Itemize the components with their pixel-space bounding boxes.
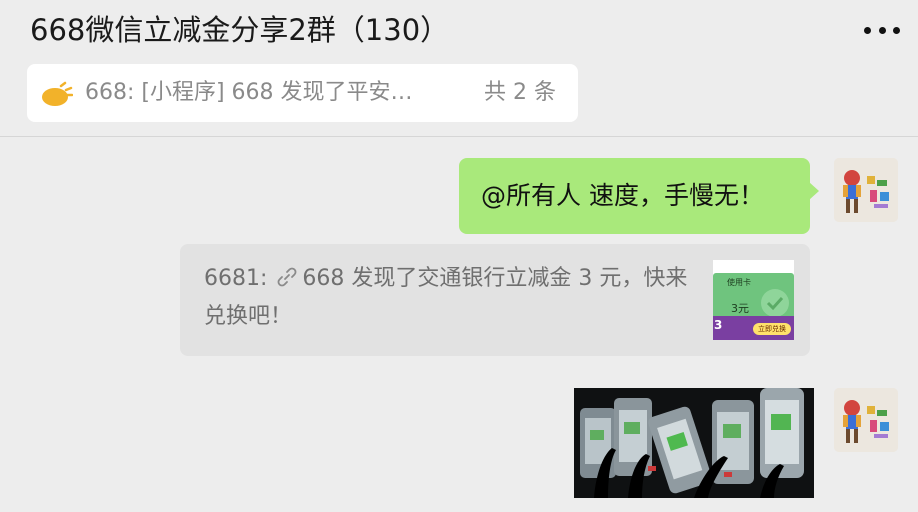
- phones-photo: [574, 388, 814, 498]
- quote-prefix: 6681:: [204, 266, 275, 291]
- dot: [864, 26, 871, 34]
- quote-thumbnail[interactable]: 使用卡 3元 3 立即兑换: [713, 260, 794, 340]
- dot: [878, 26, 886, 34]
- announcement-speaker-icon: [42, 81, 73, 106]
- pinned-text: 668: [小程序] 668 发现了平安…: [85, 80, 413, 105]
- avatar-image: [834, 158, 898, 222]
- message-bubble-self[interactable]: @所有人 速度，手慢无！: [459, 158, 819, 234]
- avatar[interactable]: [834, 388, 898, 452]
- chat-title: 668微信立减金分享2群（130）: [30, 13, 450, 47]
- pinned-count: 共 2 条: [484, 80, 556, 105]
- quoted-message[interactable]: 6681: 668 发现了交通银行立减金 3 元，快来兑换吧！ 使用卡 3元 3…: [180, 244, 810, 356]
- chat-header: 668微信立减金分享2群（130） 668: [小程序] 668 发现了平安… …: [0, 0, 918, 137]
- link-icon: [277, 267, 297, 287]
- thumbnail-card-label: 使用卡: [727, 278, 751, 287]
- thumbnail-card-value: 3元: [731, 302, 749, 315]
- more-dots-icon[interactable]: [864, 14, 900, 46]
- message-text: @所有人 速度，手慢无！: [481, 181, 764, 210]
- avatar-image: [834, 388, 898, 452]
- thumbnail-amount: 3: [714, 318, 723, 332]
- avatar[interactable]: [834, 158, 898, 222]
- pinned-announcement-bar[interactable]: 668: [小程序] 668 发现了平安… 共 2 条: [27, 64, 578, 122]
- thumbnail-button: 立即兑换: [753, 323, 791, 335]
- quote-text: 6681: 668 发现了交通银行立减金 3 元，快来兑换吧！: [204, 260, 704, 336]
- message-image[interactable]: [574, 388, 814, 498]
- dot: [893, 26, 900, 34]
